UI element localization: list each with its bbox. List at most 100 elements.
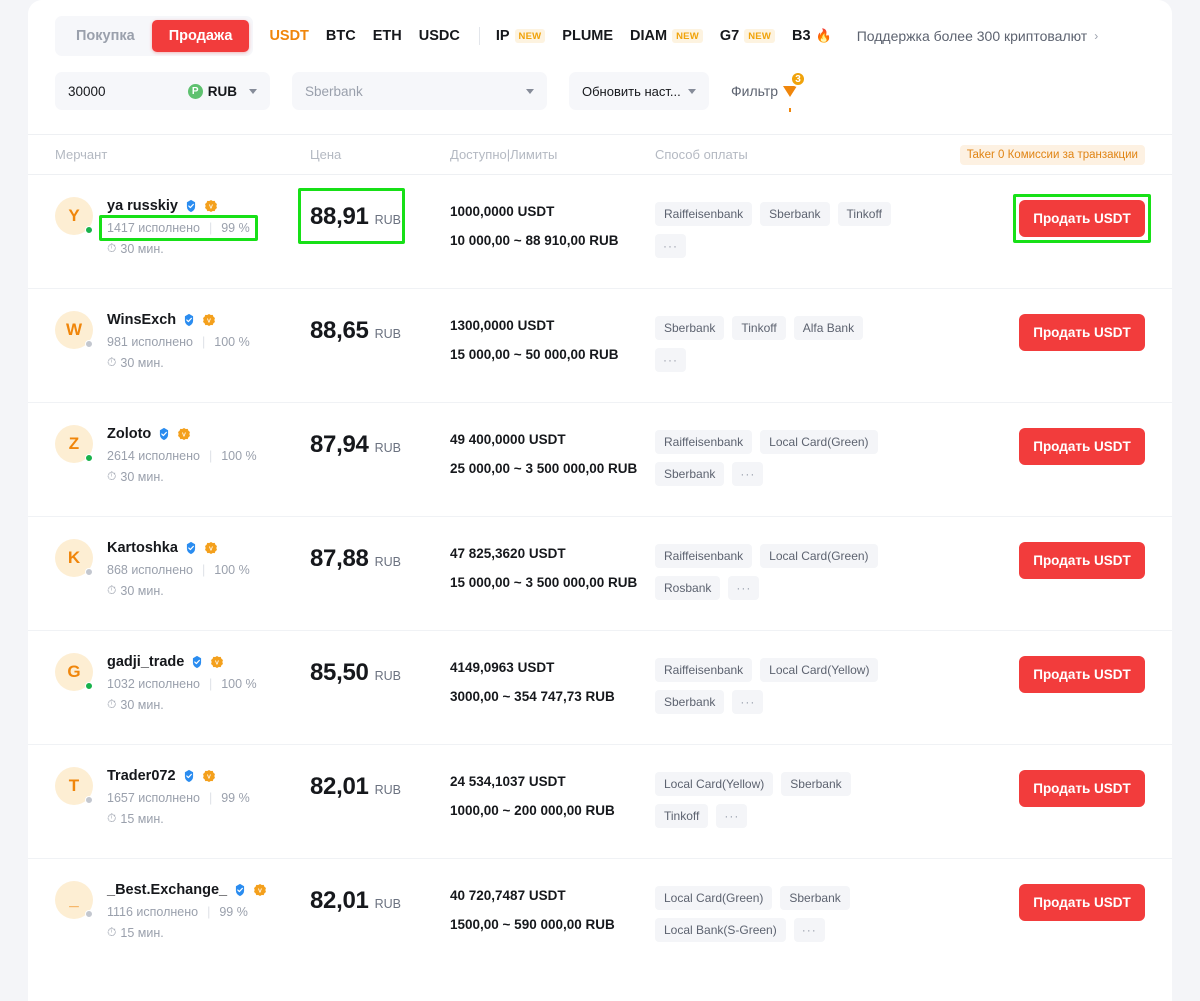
merchant-cell: _ _Best.Exchange_ V 1116 исполнено | 99 … [55, 881, 310, 952]
payment-method-tag[interactable]: Local Card(Yellow) [655, 772, 774, 796]
coin-tab-ip[interactable]: IP NEW [496, 28, 546, 44]
merchant-release-time: ⏱ 15 мин. [107, 925, 267, 940]
payment-method-tag[interactable]: Tinkoff [655, 804, 709, 828]
payment-method-tag[interactable]: Sberbank [780, 886, 850, 910]
more-payment-methods-icon[interactable]: ··· [732, 462, 764, 486]
price-currency: RUB [374, 669, 401, 683]
payment-method-tag[interactable]: Local Bank(S-Green) [655, 918, 786, 942]
price-value-group: 82,01 RUB [310, 887, 401, 915]
bank-select[interactable]: Sberbank [292, 72, 547, 110]
avatar: Z [55, 425, 93, 463]
merchant-name[interactable]: ya russkiy [107, 198, 178, 214]
verified-badge-icon [182, 313, 196, 327]
table-row: T Trader072 V 1657 исполнено | 99 % ⏱ 15… [28, 744, 1172, 858]
merchant-name[interactable]: gadji_trade [107, 654, 184, 670]
merchant-name[interactable]: _Best.Exchange_ [107, 882, 227, 898]
payment-method-tag[interactable]: Local Card(Green) [760, 430, 878, 454]
sell-button[interactable]: Продать USDT [1019, 542, 1145, 579]
more-payment-methods-icon[interactable]: ··· [655, 234, 686, 258]
market-type-toolbar: Покупка Продажа USDT BTC ETH USDC IP NEW… [28, 0, 1172, 72]
more-payment-methods-icon[interactable]: ··· [655, 348, 686, 372]
orders-completed: 1116 исполнено [107, 905, 199, 919]
sell-button[interactable]: Продать USDT [1019, 884, 1145, 921]
more-payment-methods-icon[interactable]: ··· [732, 690, 764, 714]
buy-tab[interactable]: Покупка [59, 20, 152, 52]
merchant-name-line: _Best.Exchange_ V [107, 882, 267, 898]
amount-field[interactable]: 30000 P RUB [55, 72, 270, 110]
merchant-badge-icon: V [204, 541, 218, 555]
merchant-name[interactable]: Trader072 [107, 768, 176, 784]
merchant-name[interactable]: Zoloto [107, 426, 151, 442]
merchant-stats: 1116 исполнено | 99 % [107, 905, 267, 919]
merchant-release-time: ⏱ 30 мин. [107, 697, 257, 712]
p2p-trading-panel: Покупка Продажа USDT BTC ETH USDC IP NEW… [28, 0, 1172, 1001]
price-value-group: 85,50 RUB [310, 659, 401, 687]
payment-method-tag[interactable]: Raiffeisenbank [655, 202, 753, 226]
release-time-value: 15 мин. [120, 811, 164, 826]
online-status-dot [85, 796, 93, 804]
price-currency: RUB [374, 441, 401, 455]
coin-tab-btc[interactable]: BTC [326, 28, 356, 44]
coin-tab-plume[interactable]: PLUME [562, 28, 613, 44]
payment-method-tag[interactable]: Local Card(Green) [655, 886, 773, 910]
available-amount: 24 534,1037 USDT [450, 774, 566, 789]
chevron-down-icon[interactable] [688, 88, 696, 94]
sell-button[interactable]: Продать USDT [1019, 200, 1145, 237]
sell-button[interactable]: Продать USDT [1019, 656, 1145, 693]
stats-separator: | [208, 677, 213, 691]
payment-method-tag[interactable]: Sberbank [781, 772, 851, 796]
filter-button[interactable]: Фильтр 3 [731, 71, 807, 112]
payment-method-tag[interactable]: Raiffeisenbank [655, 544, 753, 568]
merchant-badge-icon: V [202, 769, 216, 783]
more-payment-methods-icon[interactable]: ··· [793, 918, 825, 942]
available-amount: 1000,0000 USDT [450, 204, 555, 219]
merchant-stats: 1657 исполнено | 99 % [107, 791, 250, 805]
sell-button[interactable]: Продать USDT [1019, 314, 1145, 351]
payment-method-tag[interactable]: Local Card(Green) [760, 544, 878, 568]
more-payment-methods-icon[interactable]: ··· [716, 804, 748, 828]
merchant-name[interactable]: Kartoshka [107, 540, 178, 556]
payment-method-tag[interactable]: Raiffeisenbank [655, 658, 753, 682]
sell-button[interactable]: Продать USDT [1019, 428, 1145, 465]
amount-input[interactable]: 30000 [68, 84, 188, 99]
settings-select[interactable]: Обновить наст... [569, 72, 709, 110]
payment-method-tag[interactable]: Sberbank [655, 316, 725, 340]
orders-completed: 1032 исполнено [107, 677, 200, 691]
more-payment-methods-icon[interactable]: ··· [728, 576, 760, 600]
chevron-down-icon[interactable] [249, 88, 257, 94]
coin-tab-eth[interactable]: ETH [373, 28, 402, 44]
coin-tab-diam[interactable]: DIAM NEW [630, 28, 703, 44]
merchant-name[interactable]: WinsExch [107, 312, 176, 328]
coin-tab-g7[interactable]: G7 NEW [720, 28, 775, 44]
payment-method-tag[interactable]: Sberbank [760, 202, 830, 226]
payment-method-tag[interactable]: Rosbank [655, 576, 721, 600]
sell-button-wrap: Продать USDT [1019, 428, 1145, 465]
payment-method-tag[interactable]: Sberbank [655, 690, 725, 714]
payment-method-tag[interactable]: Alfa Bank [793, 316, 864, 340]
sell-tab[interactable]: Продажа [151, 20, 250, 52]
online-status-dot [85, 454, 93, 462]
svg-text:V: V [182, 433, 186, 439]
coin-tab-usdc[interactable]: USDC [419, 28, 460, 44]
clock-icon: ⏱ [107, 469, 117, 483]
payment-method-tag[interactable]: Tinkoff [732, 316, 786, 340]
availability-cell: 1000,0000 USDT 10 000,00 ~ 88 910,00 RUB [450, 197, 655, 268]
chevron-down-icon[interactable] [526, 88, 534, 94]
coin-tab-usdt[interactable]: USDT [269, 28, 308, 44]
limits-range: 1000,00 ~ 200 000,00 RUB [450, 803, 615, 818]
merchant-cell: W WinsExch V 981 исполнено | 100 % ⏱ 30 … [55, 311, 310, 382]
merchant-info: Kartoshka V 868 исполнено | 100 % ⏱ 30 м… [107, 539, 250, 610]
price-value: 82,01 [310, 773, 369, 800]
merchant-name-line: ya russkiy V [107, 198, 250, 214]
coin-tab-b3[interactable]: B3 🔥 [792, 28, 832, 44]
payment-method-tag[interactable]: Tinkoff [837, 202, 891, 226]
price-value: 88,65 [310, 317, 369, 344]
payment-method-tag[interactable]: Local Card(Yellow) [760, 658, 879, 682]
payment-method-tag[interactable]: Raiffeisenbank [655, 430, 753, 454]
payment-method-tag[interactable]: Sberbank [655, 462, 725, 486]
column-header-payment: Способ оплаты [655, 147, 748, 162]
support-link[interactable]: Поддержка более 300 криптовалют › [857, 28, 1099, 44]
completion-rate: 100 % [214, 335, 250, 349]
coin-tab-b3-label: B3 [791, 28, 811, 44]
sell-button[interactable]: Продать USDT [1019, 770, 1145, 807]
